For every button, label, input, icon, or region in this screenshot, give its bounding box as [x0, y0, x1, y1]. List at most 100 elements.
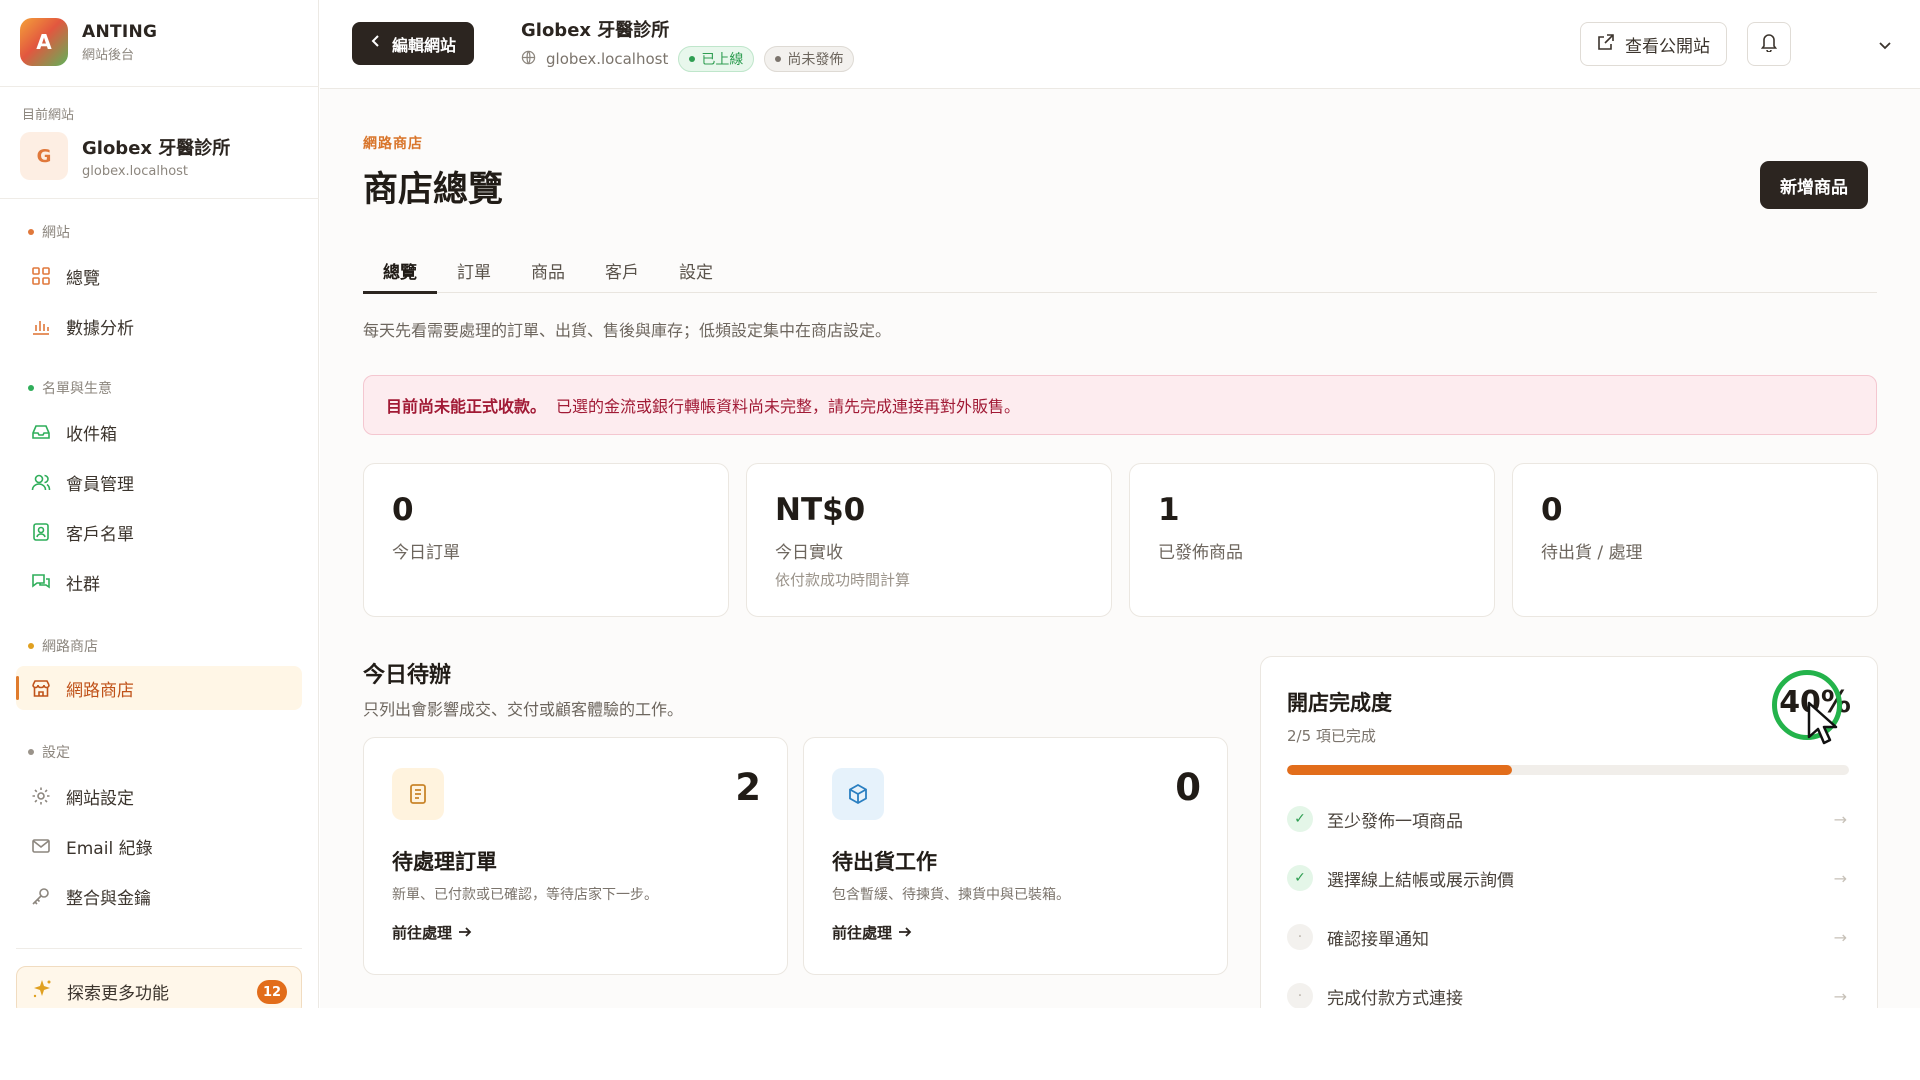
- section-dot: [28, 749, 34, 755]
- sidebar-item-contacts[interactable]: 客戶名單: [16, 510, 302, 554]
- inbox-icon: [30, 421, 52, 443]
- status-dot: [775, 56, 782, 62]
- task-go-link[interactable]: 前往處理: [392, 922, 472, 943]
- add-product-button[interactable]: 新增商品: [1760, 161, 1868, 209]
- stat-card-pending-shipping: 0 待出貨 / 處理: [1512, 463, 1878, 617]
- sidebar-item-label: Email 紀錄: [66, 838, 153, 859]
- chevron-left-icon: [370, 34, 382, 53]
- alert-text: 已選的金流或銀行轉帳資料尚未完整，請先完成連接再對外販售。: [556, 397, 1021, 416]
- progress-title: 開店完成度: [1287, 691, 1392, 715]
- account-menu-toggle[interactable]: [1870, 30, 1900, 60]
- site-meta: globex.localhost 已上線 尚未發佈: [521, 46, 855, 72]
- sidebar-item-label: 總覽: [66, 268, 100, 289]
- bell-icon: [1760, 32, 1778, 56]
- arrow-right-icon: [458, 924, 472, 942]
- tab-products[interactable]: 商品: [511, 247, 585, 293]
- bar-chart-icon: [30, 315, 52, 337]
- checklist-item[interactable]: ✓ 至少發佈一項商品 →: [1287, 795, 1849, 843]
- stat-label: 今日實收: [775, 543, 843, 563]
- edit-site-button[interactable]: 編輯網站: [352, 22, 475, 65]
- tab-overview[interactable]: 總覽: [363, 247, 437, 294]
- checklist-item[interactable]: ✓ 選擇線上結帳或展示詢價 →: [1287, 854, 1849, 902]
- stat-card-today-revenue: NT$0 今日實收 依付款成功時間計算: [746, 463, 1112, 617]
- page-bottom-area: [0, 1008, 1920, 1080]
- alert-title: 目前尚未能正式收款。: [386, 397, 547, 416]
- stat-sublabel: 依付款成功時間計算: [775, 571, 911, 589]
- grid-icon: [30, 265, 52, 287]
- page-title: 商店總覽: [363, 170, 504, 210]
- progress-subtitle: 2/5 項已完成: [1287, 727, 1376, 745]
- sidebar-item-members[interactable]: 會員管理: [16, 460, 302, 504]
- stat-card-published-products: 1 已發佈商品: [1129, 463, 1495, 617]
- pending-dot-icon: ·: [1287, 983, 1313, 1009]
- sidebar-item-email-log[interactable]: Email 紀錄: [16, 824, 302, 868]
- tab-orders[interactable]: 訂單: [437, 247, 511, 293]
- site-title: Globex 牙醫診所: [521, 20, 670, 41]
- current-site-switcher[interactable]: G Globex 牙醫診所 globex.localhost: [20, 132, 230, 180]
- site-avatar: G: [20, 132, 68, 180]
- stat-value: 0: [392, 492, 414, 528]
- sidebar-divider: [16, 948, 302, 949]
- explore-label: 探索更多功能: [67, 983, 169, 1004]
- sparkle-icon: [31, 978, 53, 1005]
- status-dot: [689, 56, 696, 62]
- section-label-leads: 名單與生意: [28, 378, 112, 398]
- payment-alert: 目前尚未能正式收款。 已選的金流或銀行轉帳資料尚未完整，請先完成連接再對外販售。: [363, 375, 1877, 435]
- current-site-name: Globex 牙醫診所: [82, 137, 231, 159]
- status-badge-live: 已上線: [678, 46, 755, 72]
- task-name: 待處理訂單: [392, 850, 497, 874]
- brand[interactable]: A ANTING 網站後台: [20, 18, 157, 66]
- notifications-button[interactable]: [1747, 22, 1791, 66]
- sidebar-item-label: 社群: [66, 574, 100, 595]
- view-public-site-button[interactable]: 查看公開站: [1580, 22, 1727, 66]
- explore-count-badge: 12: [257, 980, 287, 1004]
- check-icon: ✓: [1287, 865, 1313, 891]
- sidebar-item-overview[interactable]: 總覽: [16, 254, 302, 298]
- arrow-right-icon: →: [1833, 868, 1847, 888]
- tab-settings[interactable]: 設定: [659, 247, 733, 293]
- gear-icon: [30, 785, 52, 807]
- page-eyebrow: 網路商店: [363, 136, 423, 152]
- receipt-icon: [392, 768, 444, 820]
- mail-icon: [30, 835, 52, 857]
- store-tabs: 總覽 訂單 商品 客戶 設定: [363, 247, 1877, 294]
- sidebar-item-label: 數據分析: [66, 318, 134, 339]
- section-label-text: 設定: [42, 745, 70, 761]
- task-card-shipping[interactable]: 0 待出貨工作 包含暫緩、待揀貨、揀貨中與已裝箱。 前往處理: [803, 737, 1228, 975]
- section-label-store: 網路商店: [28, 636, 98, 656]
- sidebar: A ANTING 網站後台 目前網站 G Globex 牙醫診所 globex.…: [0, 0, 319, 1016]
- checklist-item-label: 選擇線上結帳或展示詢價: [1327, 870, 1514, 891]
- current-site-label: 目前網站: [22, 108, 75, 123]
- sidebar-item-site-settings[interactable]: 網站設定: [16, 774, 302, 818]
- status-draft-label: 尚未發佈: [787, 52, 844, 68]
- task-go-link[interactable]: 前往處理: [832, 922, 912, 943]
- key-icon: [30, 885, 52, 907]
- arrow-right-icon: →: [1833, 809, 1847, 829]
- pending-dot-icon: ·: [1287, 924, 1313, 950]
- topbar: 編輯網站 Globex 牙醫診所 globex.localhost 已上線 尚未…: [320, 0, 1920, 89]
- sidebar-item-integrations[interactable]: 整合與金鑰: [16, 874, 302, 918]
- tab-customers[interactable]: 客戶: [585, 247, 659, 293]
- checklist-item[interactable]: · 確認接單通知 →: [1287, 913, 1849, 961]
- sidebar-item-store[interactable]: 網路商店: [16, 666, 302, 710]
- status-badge-draft: 尚未發佈: [764, 46, 855, 72]
- sidebar-item-community[interactable]: 社群: [16, 560, 302, 604]
- section-label-settings: 設定: [28, 742, 70, 762]
- section-label-site: 網站: [28, 222, 70, 242]
- sidebar-item-label: 收件箱: [66, 424, 117, 445]
- todo-section-title: 今日待辦: [363, 663, 452, 688]
- stat-value: 1: [1158, 492, 1180, 528]
- sidebar-item-label: 整合與金鑰: [66, 888, 151, 909]
- sidebar-item-inbox[interactable]: 收件箱: [16, 410, 302, 454]
- task-card-pending-orders[interactable]: 2 待處理訂單 新單、已付款或已確認，等待店家下一步。 前往處理: [363, 737, 788, 975]
- arrow-right-icon: →: [1833, 986, 1847, 1006]
- edit-site-label: 編輯網站: [392, 37, 457, 55]
- stat-label: 今日訂單: [392, 543, 460, 563]
- section-label-text: 網站: [42, 225, 70, 241]
- check-icon: ✓: [1287, 806, 1313, 832]
- brand-logo: A: [20, 18, 68, 66]
- stat-label: 待出貨 / 處理: [1541, 543, 1643, 563]
- sidebar-item-analytics[interactable]: 數據分析: [16, 304, 302, 348]
- sidebar-divider: [0, 198, 319, 199]
- brand-subtitle: 網站後台: [82, 47, 135, 63]
